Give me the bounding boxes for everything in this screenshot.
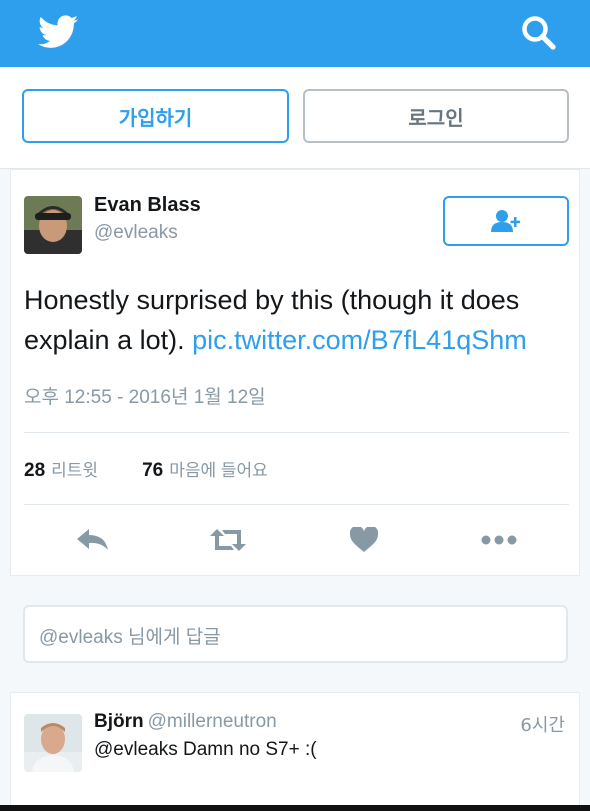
- login-button[interactable]: 로그인: [303, 89, 569, 143]
- retweet-icon: [210, 529, 246, 551]
- reply-author-handle[interactable]: @millerneutron: [148, 711, 277, 732]
- author-name[interactable]: Evan Blass: [94, 194, 201, 217]
- reply-card[interactable]: Björn @millerneutron 6시간 @evleaks Damn no…: [10, 692, 580, 811]
- tweet-link[interactable]: pic.twitter.com/B7fL41qShm: [192, 325, 527, 355]
- add-user-icon: [491, 210, 520, 232]
- avatar[interactable]: [24, 196, 82, 254]
- heart-icon: [350, 527, 378, 552]
- reply-avatar[interactable]: [24, 714, 82, 772]
- reply-input[interactable]: @evleaks 님에게 답글: [23, 605, 568, 663]
- reply-icon: [77, 529, 108, 550]
- like-count: 76: [142, 460, 164, 481]
- more-icon: [481, 535, 517, 545]
- reply-time[interactable]: 6시간: [520, 711, 565, 737]
- auth-bar: 가입하기 로그인: [0, 67, 590, 169]
- tweet-stats: 28 리트윗 76 마음에 들어요: [24, 456, 268, 482]
- tweet-text: Honestly surprised by this (though it do…: [24, 280, 564, 360]
- tweet-timestamp[interactable]: 오후 12:55 - 2016년 1월 12일: [24, 382, 266, 409]
- divider: [24, 432, 569, 433]
- reply-box: @evleaks 님에게 답글: [0, 577, 590, 691]
- like-label: 마음에 들어요: [169, 461, 268, 480]
- retweet-stat[interactable]: 28 리트윗: [24, 456, 98, 482]
- reply-header: Björn @millerneutron: [94, 711, 277, 733]
- bottom-edge: [0, 805, 590, 811]
- reply-button[interactable]: [73, 520, 113, 560]
- more-button[interactable]: [479, 520, 519, 560]
- retweet-button[interactable]: [208, 520, 248, 560]
- tweet-card: Evan Blass @evleaks Honestly surprised b…: [10, 169, 580, 576]
- author-handle[interactable]: @evleaks: [94, 222, 178, 244]
- tweet-actions: [11, 520, 579, 560]
- like-button[interactable]: [344, 520, 384, 560]
- reply-text: @evleaks Damn no S7+ :(: [94, 739, 317, 760]
- reply-author-name[interactable]: Björn: [94, 711, 144, 732]
- signup-button[interactable]: 가입하기: [22, 89, 289, 143]
- like-stat[interactable]: 76 마음에 들어요: [142, 456, 268, 482]
- search-icon[interactable]: [520, 14, 556, 50]
- top-bar: [0, 0, 590, 67]
- divider: [24, 504, 569, 505]
- twitter-bird-icon[interactable]: [38, 14, 78, 50]
- retweet-label: 리트윗: [51, 461, 99, 480]
- follow-button[interactable]: [443, 196, 569, 246]
- retweet-count: 28: [24, 460, 46, 481]
